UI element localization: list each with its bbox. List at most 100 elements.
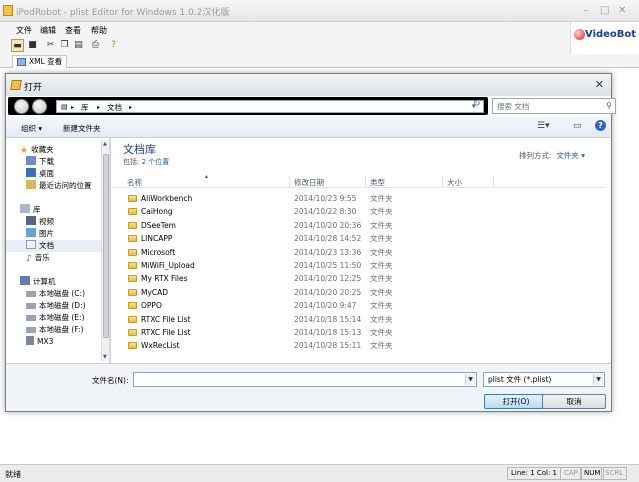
file-row[interactable]: CaiHong 2014/10/22 8:30 文件夹 (111, 205, 606, 218)
print-icon[interactable]: ⎙ (89, 39, 102, 52)
status-bar: 就绪 Line: 1 Col: 1 CAP NUM SCRL (0, 464, 639, 482)
navigation-pane: ★ 收藏夹 下载 桌面 最近访问的位置 库 视频 图片 文档 ♪ 音乐 计算机 本地… (6, 138, 110, 363)
column-divider[interactable] (289, 176, 290, 187)
nav-pictures[interactable]: 图片 (26, 228, 54, 240)
file-type: 文件夹 (370, 301, 393, 311)
file-type: 文件夹 (370, 194, 393, 203)
open-folder-icon[interactable]: ▬ (11, 39, 24, 52)
copy-icon[interactable]: ❐ (58, 39, 71, 52)
filename-dropdown-icon[interactable]: ▼ (465, 374, 475, 385)
nav-scrollbar[interactable]: ▲ ▼ (101, 140, 109, 361)
breadcrumb-documents[interactable]: 文档 (107, 102, 122, 113)
nav-favorites[interactable]: ★ 收藏夹 (20, 144, 54, 156)
dialog-close-icon[interactable]: ✕ (595, 78, 604, 91)
col-type[interactable]: 类型 (370, 177, 385, 188)
help-pointer-icon[interactable]: ? (107, 39, 120, 52)
dialog-title: 打开 (24, 83, 43, 93)
col-name[interactable]: 名称 (127, 177, 142, 188)
nav-scroll-thumb[interactable] (103, 154, 109, 338)
scroll-up-icon[interactable]: ▲ (103, 141, 107, 147)
file-row[interactable]: LINCAPP 2014/10/28 14:52 文件夹 (111, 232, 606, 245)
search-input[interactable] (497, 101, 597, 112)
back-button[interactable] (14, 99, 29, 114)
file-row[interactable]: MyCAD 2014/10/20 20:25 文件夹 (111, 286, 606, 299)
file-row[interactable]: Microsoft 2014/10/23 13:36 文件夹 (111, 246, 606, 259)
file-row[interactable]: WxRecList 2014/10/28 15:11 文件夹 (111, 339, 606, 352)
nav-documents[interactable]: 文档 (6, 240, 101, 252)
file-name: WxRecList (141, 341, 180, 351)
help-icon[interactable]: ? (595, 120, 606, 131)
minimize-icon[interactable]: – (583, 5, 588, 16)
nav-libraries[interactable]: 库 (20, 204, 41, 216)
menu-view[interactable]: 查看 (65, 25, 81, 36)
breadcrumb-library[interactable]: 库 (81, 102, 89, 113)
nav-downloads[interactable]: 下载 (26, 156, 54, 168)
music-icon: ♪ (26, 254, 32, 264)
menu-help[interactable]: 帮助 (91, 25, 107, 36)
organize-button[interactable]: 组织 ▾ (21, 123, 42, 134)
refresh-icon[interactable]: ↻ (473, 99, 481, 109)
library-locations-link[interactable]: 2 个位置 (142, 158, 170, 166)
column-divider[interactable] (442, 176, 443, 187)
folder-icon (128, 288, 137, 296)
nav-desktop[interactable]: 桌面 (26, 168, 54, 180)
file-row[interactable]: RTXC File List 2014/10/18 15:14 文件夹 (111, 313, 606, 326)
column-divider[interactable] (493, 176, 494, 187)
close-icon[interactable]: ✕ (618, 5, 626, 16)
status-caps: CAP (560, 467, 582, 480)
folder-icon (128, 342, 137, 350)
nav-drive-f[interactable]: 本地磁盘 (F:) (26, 324, 84, 336)
chevron-right-icon[interactable]: ▸ (97, 102, 100, 113)
forward-button[interactable] (32, 99, 47, 114)
filetype-dropdown-icon[interactable]: ▼ (593, 374, 603, 385)
column-divider[interactable] (365, 176, 366, 187)
folder-icon (128, 262, 137, 269)
nav-music[interactable]: ♪ 音乐 (26, 252, 50, 264)
nav-drive-c[interactable]: 本地磁盘 (C:) (26, 288, 85, 300)
chevron-right-icon[interactable]: ▸ (71, 102, 74, 113)
menu-edit[interactable]: 编辑 (40, 25, 56, 36)
video-icon (26, 216, 36, 225)
address-row: ▤ ▸ 库 ▸ 文档 ▸ ▾ ↻ ⚲ (6, 96, 616, 116)
file-row[interactable]: My RTX Files 2014/10/20 12:25 文件夹 (111, 272, 606, 285)
file-row[interactable]: DSeeTem 2014/10/20 20:36 文件夹 (111, 219, 606, 232)
nav-computer[interactable]: 计算机 (20, 276, 56, 288)
nav-mx3[interactable]: MX3 (26, 336, 53, 348)
file-row[interactable]: RTXC File List 2014/10/18 15:13 文件夹 (111, 326, 606, 339)
save-icon[interactable]: ■ (26, 39, 39, 52)
filetype-select[interactable]: plist 文件 (*.plist) ▼ (483, 372, 605, 387)
file-type: 文件夹 (370, 220, 393, 230)
chevron-right-icon[interactable]: ▸ (129, 102, 132, 113)
nav-recent[interactable]: 最近访问的位置 (26, 180, 92, 192)
nav-drive-c-label: 本地磁盘 (C:) (39, 289, 85, 298)
arrange-dropdown[interactable]: 文件夹 ▾ (556, 151, 585, 160)
cut-icon[interactable]: ✂ (44, 39, 57, 52)
file-row[interactable]: AliWorkbench 2014/10/23 9:55 文件夹 (111, 192, 606, 205)
file-modified: 2014/10/25 11:50 (294, 261, 362, 270)
tab-xml-view[interactable]: XML 查看 (12, 55, 68, 68)
paste-icon[interactable]: ▤ (72, 39, 85, 52)
nav-drive-d[interactable]: 本地磁盘 (D:) (26, 300, 86, 312)
nav-videos[interactable]: 视频 (26, 216, 54, 228)
new-folder-button[interactable]: 新建文件夹 (63, 123, 101, 134)
file-row[interactable]: OPPO 2014/10/20 9:47 文件夹 (111, 299, 606, 312)
address-bar[interactable]: ▤ ▸ 库 ▸ 文档 ▸ ▾ (56, 100, 484, 113)
nav-videos-label: 视频 (39, 217, 54, 226)
file-row[interactable]: MiWiFi_Upload 2014/10/25 11:50 文件夹 (111, 259, 606, 272)
open-button[interactable]: 打开(O) (484, 394, 548, 409)
scroll-down-icon[interactable]: ▼ (103, 354, 107, 360)
tab-row: XML 查看 (0, 54, 639, 68)
file-modified: 2014/10/18 15:14 (294, 314, 362, 324)
menu-file[interactable]: 文件 (16, 25, 32, 36)
view-options-icon[interactable]: ☰▾ (537, 121, 550, 131)
cancel-button[interactable]: 取消 (542, 394, 606, 409)
filename-input[interactable] (137, 375, 457, 385)
column-header: 名称 ▴ 修改日期 类型 大小 (111, 173, 606, 188)
search-icon[interactable]: ⚲ (606, 101, 612, 110)
nav-drive-e[interactable]: 本地磁盘 (E:) (26, 312, 85, 324)
maximize-icon[interactable]: □ (600, 5, 609, 16)
preview-pane-icon[interactable]: ▭ (573, 121, 582, 131)
col-modified[interactable]: 修改日期 (294, 177, 324, 188)
col-size[interactable]: 大小 (447, 177, 462, 188)
brand-logo: VideoBot (570, 22, 639, 54)
